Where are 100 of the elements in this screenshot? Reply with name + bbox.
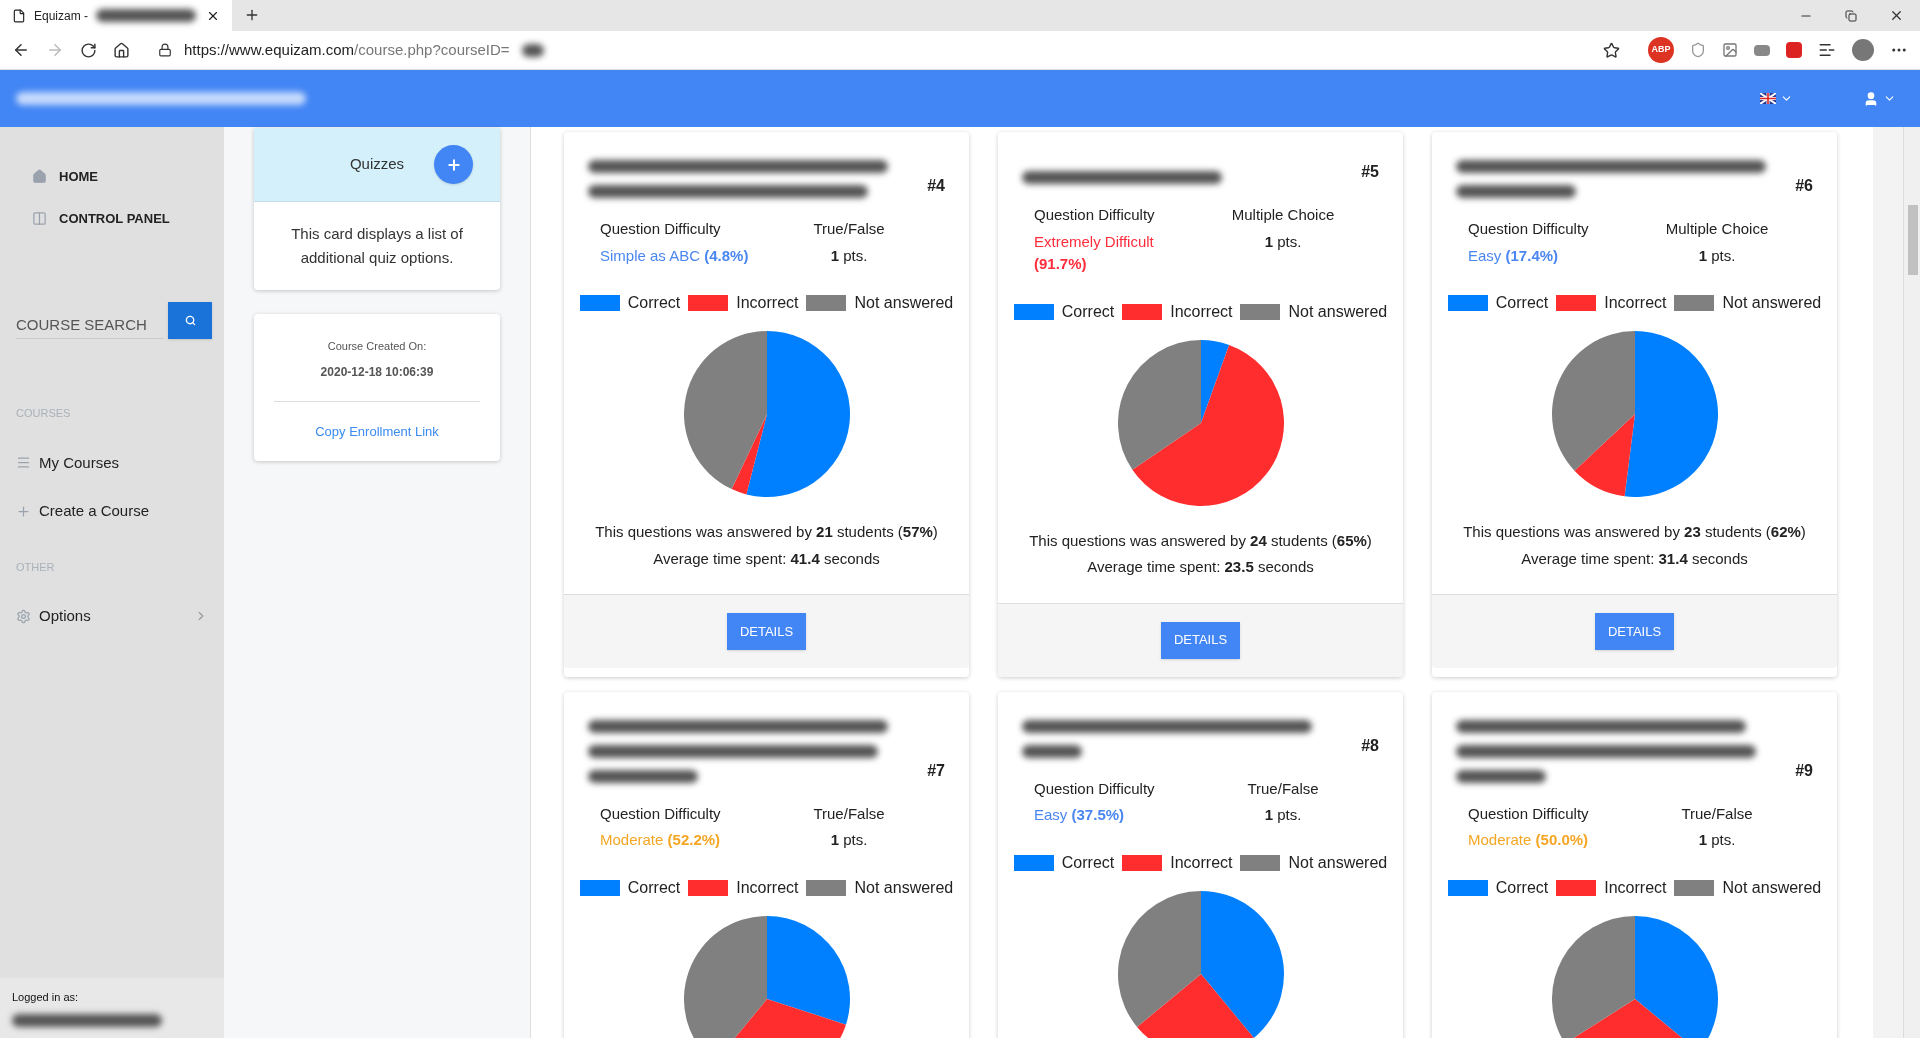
points: 1 pts. xyxy=(830,830,868,850)
legend-label: Not answered xyxy=(1722,293,1822,313)
url-text: https://www.equizam.com/course.php?courseID= xyxy=(184,39,510,60)
details-button[interactable]: DETAILS xyxy=(727,613,806,650)
legend-label: Not answered xyxy=(854,293,954,313)
lock-icon xyxy=(158,43,172,57)
legend-label: Correct xyxy=(1495,877,1549,898)
logged-in-label: Logged in as: xyxy=(12,990,80,1006)
difficulty-label: Question Difficulty xyxy=(1468,803,1590,824)
answered-text: This questions was answered by 24 students (65%) xyxy=(1029,530,1372,551)
points: 1 pts. xyxy=(1264,231,1302,252)
time-text: Average time spent: 23.5 seconds xyxy=(1087,557,1314,577)
difficulty-value: Easy (17.4%) xyxy=(1468,245,1560,266)
scrollbar-thumb xyxy=(1908,205,1918,275)
flag-icon xyxy=(1760,93,1776,104)
details-button[interactable]: DETAILS xyxy=(1595,613,1674,650)
points: 1 pts. xyxy=(830,245,868,266)
new-tab-icon[interactable] xyxy=(244,7,260,23)
question-type: Multiple Choice xyxy=(1231,205,1335,225)
difficulty-label: Question Difficulty xyxy=(1468,219,1590,239)
close-window-icon[interactable] xyxy=(1889,8,1904,23)
created-label: Course Created On: xyxy=(327,339,427,354)
points: 1 pts. xyxy=(1698,245,1736,266)
shield-icon[interactable] xyxy=(1690,42,1706,58)
reload-icon[interactable] xyxy=(80,41,97,59)
menu-icon xyxy=(16,455,31,471)
home-icon xyxy=(32,169,47,185)
search-icon xyxy=(184,315,196,326)
legend-label: Incorrect xyxy=(1604,293,1667,313)
points: 1 pts. xyxy=(1698,830,1736,850)
bookmark-icon[interactable] xyxy=(1603,41,1620,59)
home-icon[interactable] xyxy=(113,41,130,59)
settings-icon xyxy=(16,608,31,624)
legend-label: Incorrect xyxy=(736,293,799,313)
legend-label: Not answered xyxy=(854,877,954,898)
legend-label: Incorrect xyxy=(1170,852,1233,873)
user-menu[interactable] xyxy=(1863,90,1896,107)
nav-link[interactable]: HOME xyxy=(32,167,224,187)
sidebar-item[interactable]: Create a Course xyxy=(0,500,224,523)
legend-label: Incorrect xyxy=(1170,301,1233,322)
question-number: #6 xyxy=(1795,176,1813,196)
blurred-text xyxy=(1022,744,1082,758)
add-button[interactable] xyxy=(434,145,473,184)
language-menu[interactable] xyxy=(1760,92,1793,105)
difficulty-label: Question Difficulty xyxy=(600,803,722,824)
extension-icon[interactable] xyxy=(1786,42,1802,58)
page-icon xyxy=(12,8,26,23)
question-number: #8 xyxy=(1361,735,1379,756)
legend-label: Incorrect xyxy=(1604,877,1667,898)
legend-label: Correct xyxy=(627,877,681,898)
plus-icon xyxy=(16,503,31,519)
legend-label: Correct xyxy=(1061,852,1115,873)
sidebar-item[interactable]: Options xyxy=(0,605,224,628)
nav-link[interactable]: CONTROL PANEL xyxy=(32,208,224,228)
enrollment-link[interactable]: Copy Enrollment Link xyxy=(315,421,439,441)
time-text: Average time spent: 31.4 seconds xyxy=(1521,548,1748,569)
difficulty-value: Simple as ABC (4.8%) xyxy=(600,245,750,266)
extension-badge[interactable]: ABP xyxy=(1648,37,1674,63)
restore-icon[interactable] xyxy=(1845,9,1857,22)
question-number: #7 xyxy=(927,760,945,781)
legend-label: Not answered xyxy=(1288,852,1388,873)
columns-icon xyxy=(32,210,47,226)
legend-label: Not answered xyxy=(1722,877,1822,898)
plus-icon xyxy=(445,156,462,173)
image-icon[interactable] xyxy=(1722,42,1738,58)
time-text: Average time spent: 41.4 seconds xyxy=(653,548,880,569)
card-title: Quizzes xyxy=(349,154,405,175)
legend-label: Correct xyxy=(1495,293,1549,313)
user-icon xyxy=(1863,90,1879,107)
legend-label: Correct xyxy=(1061,301,1115,322)
extension-icon[interactable] xyxy=(1754,44,1770,56)
legend-label: Correct xyxy=(627,293,681,313)
answered-text: This questions was answered by 23 students (62%) xyxy=(1463,522,1806,542)
question-type: True/False xyxy=(813,219,885,239)
difficulty-value: Moderate (50.0%) xyxy=(1468,830,1590,850)
browser-tab[interactable]: Equizam - xyxy=(0,0,232,31)
difficulty-label: Question Difficulty xyxy=(1034,778,1156,799)
legend-label: Incorrect xyxy=(736,877,799,898)
difficulty-value: Moderate (52.2%) xyxy=(600,830,722,850)
profile-avatar[interactable] xyxy=(1852,39,1874,61)
question-type: True/False xyxy=(1247,778,1319,799)
points: 1 pts. xyxy=(1264,805,1302,825)
question-number: #5 xyxy=(1361,162,1379,182)
card-description: This card displays a list of additional quiz options. xyxy=(290,224,464,268)
back-icon[interactable] xyxy=(12,41,30,59)
answered-text: This questions was answered by 21 students (57%) xyxy=(595,522,938,542)
tab-title: Equizam - xyxy=(34,7,89,25)
details-button[interactable]: DETAILS xyxy=(1161,621,1240,659)
difficulty-value: Extremely Difficult (91.7%) xyxy=(1034,231,1155,274)
question-number: #9 xyxy=(1795,760,1813,781)
search-field[interactable]: COURSE SEARCH xyxy=(16,311,164,339)
sidebar-item[interactable]: My Courses xyxy=(0,451,224,474)
question-number: #4 xyxy=(927,176,945,196)
address-bar[interactable]: https://www.equizam.com/course.php?courseID= xyxy=(146,35,1632,65)
question-type: True/False xyxy=(813,803,885,824)
difficulty-label: Question Difficulty xyxy=(600,219,722,239)
favorites-icon[interactable] xyxy=(1818,41,1836,59)
blurred-text xyxy=(521,43,544,57)
question-type: Multiple Choice xyxy=(1665,219,1769,239)
created-date: 2020-12-18 10:06:39 xyxy=(320,363,434,381)
